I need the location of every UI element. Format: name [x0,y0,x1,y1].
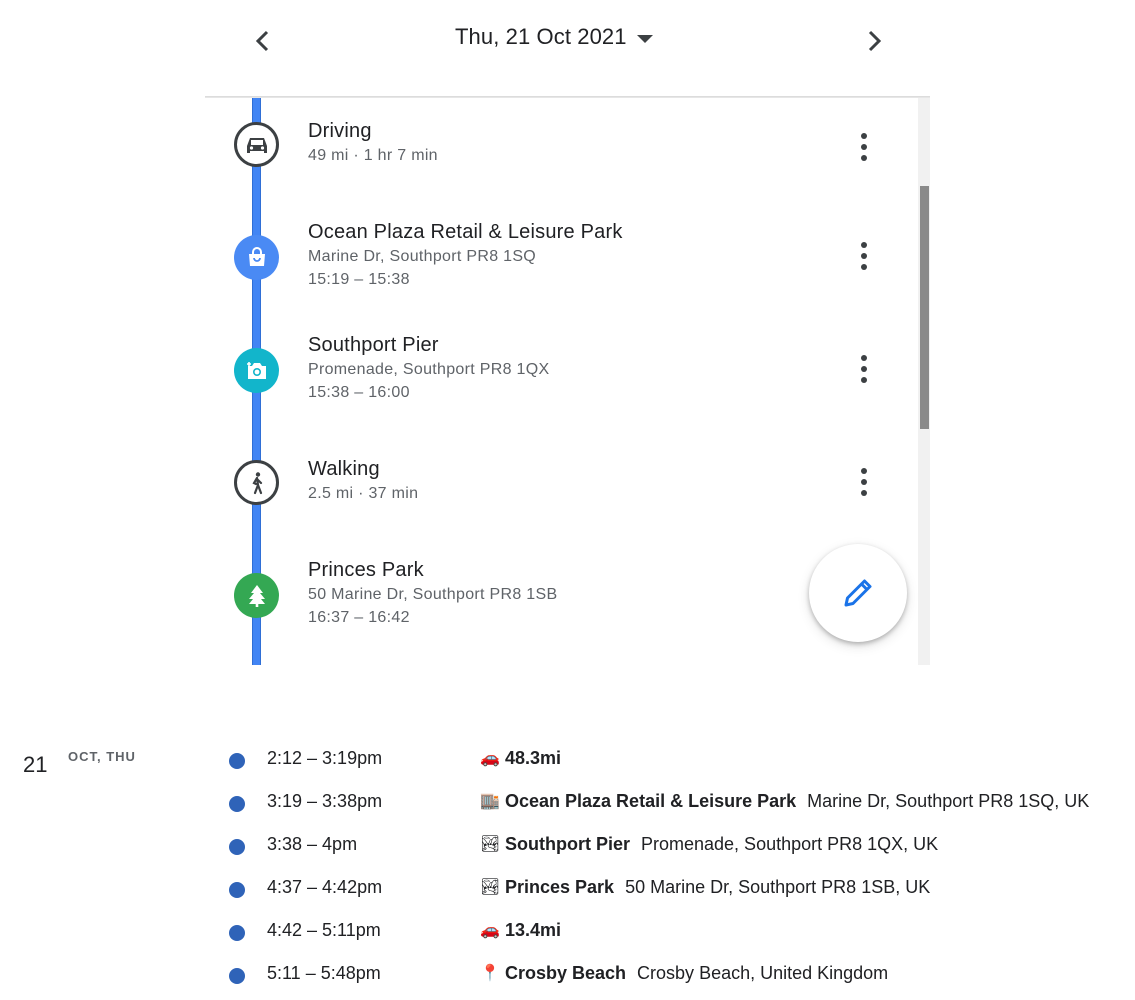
scrollbar-thumb[interactable] [920,186,929,429]
item-time-range: 15:19 – 15:38 [308,271,410,288]
car-emoji-icon: 🚗 [480,921,500,939]
edit-button[interactable] [809,544,907,642]
bullet-dot [229,753,245,769]
item-time-range: 15:38 – 16:00 [308,384,410,401]
next-day-button[interactable] [857,24,891,58]
item-address: Marine Dr, Southport PR8 1SQ [308,248,537,265]
list-item: 5:11 – 5:48pm 📍 Crosby Beach Crosby Beach,… [0,960,1135,990]
entry-name: Princes Park [505,877,615,897]
timeline-panel[interactable]: Driving 49 mi · 1 hr 7 min Ocean Plaza R… [205,98,930,665]
item-address: 50 Marine Dr, Southport PR8 1SB [308,586,558,603]
time-range: 2:12 – 3:19pm [267,748,383,768]
date-selector[interactable]: Thu, 21 Oct 2021 [455,20,653,54]
landscape-emoji-icon: 🏞 [480,878,501,896]
list-item: 3:38 – 4pm 🏞 Southport Pier Promenade, Sou… [0,831,1135,861]
bullet-dot [229,968,245,984]
dropdown-arrow-icon [636,35,653,43]
chevron-right-icon [868,30,882,52]
item-title: Southport Pier [308,334,439,356]
entry-address: Promenade, Southport PR8 1QX, UK [641,834,939,854]
walking-icon [234,460,279,505]
item-distance-duration: 2.5 mi · 37 min [308,485,419,502]
entry-name: Southport Pier [505,834,630,854]
list-item: 2:12 – 3:19pm 🚗 48.3mi [0,745,1135,775]
car-icon [234,122,279,167]
car-emoji-icon: 🚗 [480,749,500,767]
more-options-button[interactable] [849,239,879,273]
list-item: 4:37 – 4:42pm 🏞 Princes Park 50 Marine Dr,… [0,874,1135,904]
previous-day-button[interactable] [246,24,280,58]
selected-date: Thu, 21 Oct 2021 [455,24,627,49]
entry-address: 50 Marine Dr, Southport PR8 1SB, UK [625,877,931,897]
more-options-button[interactable] [849,352,879,386]
bullet-dot [229,925,245,941]
entry-name: 13.4mi [505,920,562,940]
item-title: Walking [308,458,380,480]
time-range: 3:19 – 3:38pm [267,791,383,811]
more-options-button[interactable] [849,465,879,499]
pin-emoji-icon: 📍 [480,964,500,982]
entry-address: Marine Dr, Southport PR8 1SQ, UK [807,791,1090,811]
item-distance-duration: 49 mi · 1 hr 7 min [308,147,438,164]
bullet-dot [229,796,245,812]
pencil-icon [844,579,872,607]
more-options-button[interactable] [849,130,879,164]
tree-icon [234,573,279,618]
time-range: 3:38 – 4pm [267,834,358,854]
scrollbar[interactable] [918,98,930,665]
building-emoji-icon: 🏬 [480,792,500,810]
item-time-range: 16:37 – 16:42 [308,609,410,626]
time-range: 4:37 – 4:42pm [267,877,383,897]
item-title: Ocean Plaza Retail & Leisure Park [308,221,623,243]
item-address: Promenade, Southport PR8 1QX [308,361,550,378]
entry-name: Crosby Beach [505,963,627,983]
entry-name: Ocean Plaza Retail & Leisure Park [505,791,797,811]
list-item: 4:42 – 5:11pm 🚗 13.4mi [0,917,1135,947]
landscape-emoji-icon: 🏞 [480,835,501,853]
item-title: Princes Park [308,559,424,581]
time-range: 4:42 – 5:11pm [267,920,381,940]
camera-icon [234,348,279,393]
time-range: 5:11 – 5:48pm [267,963,381,983]
chevron-left-icon [255,30,269,52]
entry-name: 48.3mi [505,748,562,768]
item-title: Driving [308,120,372,142]
shopping-bag-icon [234,235,279,280]
list-item: 3:19 – 3:38pm 🏬 Ocean Plaza Retail & Leis… [0,788,1135,818]
bullet-dot [229,882,245,898]
bullet-dot [229,839,245,855]
entry-address: Crosby Beach, United Kingdom [637,963,889,983]
